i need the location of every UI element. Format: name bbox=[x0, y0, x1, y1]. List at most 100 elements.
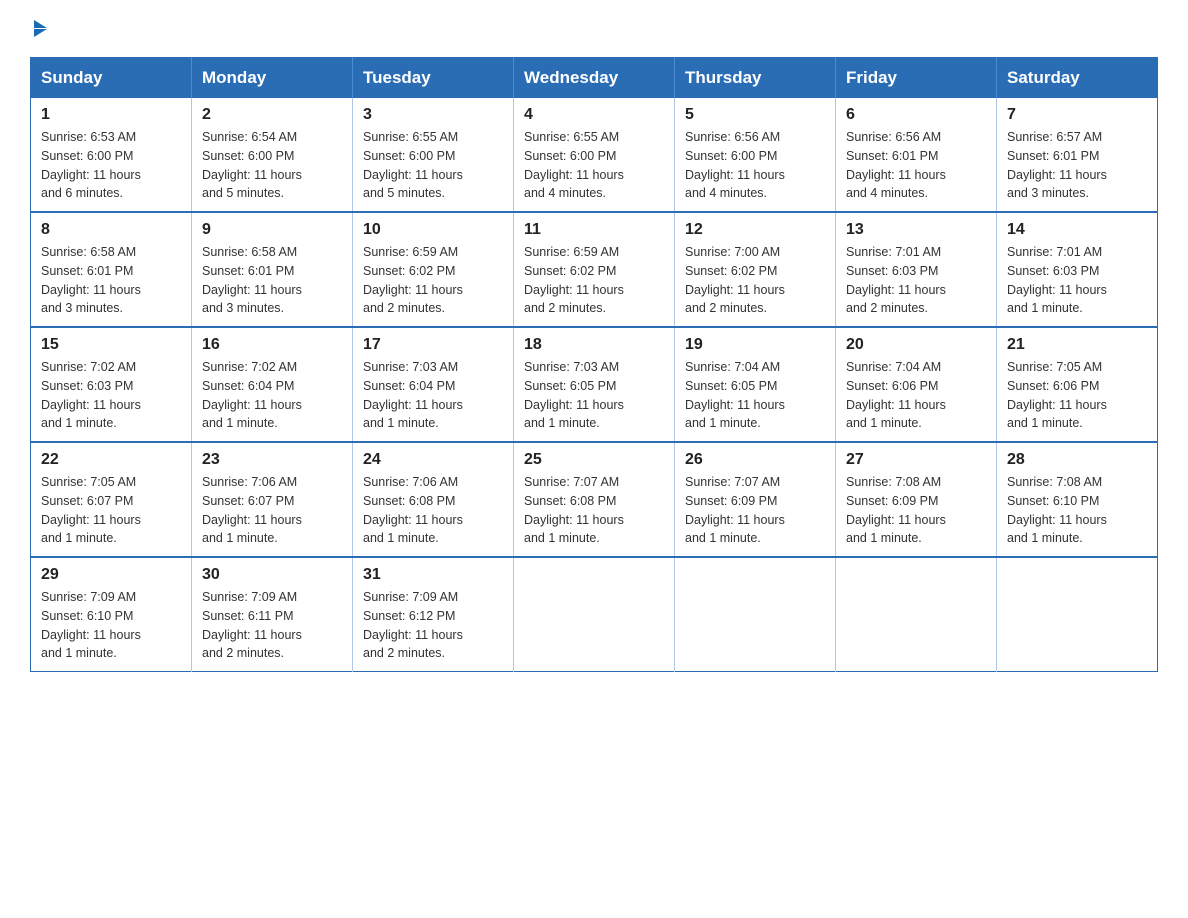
calendar-week-row: 22 Sunrise: 7:05 AMSunset: 6:07 PMDaylig… bbox=[31, 442, 1158, 557]
day-number: 27 bbox=[846, 451, 986, 469]
calendar-cell: 16 Sunrise: 7:02 AMSunset: 6:04 PMDaylig… bbox=[192, 327, 353, 442]
day-info: Sunrise: 7:05 AMSunset: 6:06 PMDaylight:… bbox=[1007, 358, 1147, 433]
day-info: Sunrise: 7:06 AMSunset: 6:08 PMDaylight:… bbox=[363, 473, 503, 548]
day-number: 10 bbox=[363, 221, 503, 239]
day-number: 1 bbox=[41, 106, 181, 124]
calendar-header: SundayMondayTuesdayWednesdayThursdayFrid… bbox=[31, 58, 1158, 99]
day-info: Sunrise: 7:06 AMSunset: 6:07 PMDaylight:… bbox=[202, 473, 342, 548]
calendar-cell: 25 Sunrise: 7:07 AMSunset: 6:08 PMDaylig… bbox=[514, 442, 675, 557]
day-info: Sunrise: 7:01 AMSunset: 6:03 PMDaylight:… bbox=[846, 243, 986, 318]
day-info: Sunrise: 7:03 AMSunset: 6:05 PMDaylight:… bbox=[524, 358, 664, 433]
day-number: 21 bbox=[1007, 336, 1147, 354]
day-info: Sunrise: 7:00 AMSunset: 6:02 PMDaylight:… bbox=[685, 243, 825, 318]
day-info: Sunrise: 7:02 AMSunset: 6:03 PMDaylight:… bbox=[41, 358, 181, 433]
day-number: 22 bbox=[41, 451, 181, 469]
day-info: Sunrise: 7:09 AMSunset: 6:11 PMDaylight:… bbox=[202, 588, 342, 663]
calendar-cell: 13 Sunrise: 7:01 AMSunset: 6:03 PMDaylig… bbox=[836, 212, 997, 327]
day-info: Sunrise: 6:56 AMSunset: 6:01 PMDaylight:… bbox=[846, 128, 986, 203]
calendar-week-row: 8 Sunrise: 6:58 AMSunset: 6:01 PMDayligh… bbox=[31, 212, 1158, 327]
calendar-cell: 31 Sunrise: 7:09 AMSunset: 6:12 PMDaylig… bbox=[353, 557, 514, 672]
day-info: Sunrise: 7:07 AMSunset: 6:08 PMDaylight:… bbox=[524, 473, 664, 548]
calendar-cell: 24 Sunrise: 7:06 AMSunset: 6:08 PMDaylig… bbox=[353, 442, 514, 557]
day-number: 2 bbox=[202, 106, 342, 124]
weekday-header-wednesday: Wednesday bbox=[514, 58, 675, 99]
calendar-cell: 14 Sunrise: 7:01 AMSunset: 6:03 PMDaylig… bbox=[997, 212, 1158, 327]
day-number: 16 bbox=[202, 336, 342, 354]
weekday-header-row: SundayMondayTuesdayWednesdayThursdayFrid… bbox=[31, 58, 1158, 99]
calendar-cell: 15 Sunrise: 7:02 AMSunset: 6:03 PMDaylig… bbox=[31, 327, 192, 442]
calendar-week-row: 1 Sunrise: 6:53 AMSunset: 6:00 PMDayligh… bbox=[31, 98, 1158, 212]
logo-icon bbox=[30, 20, 47, 37]
day-number: 14 bbox=[1007, 221, 1147, 239]
calendar-cell: 12 Sunrise: 7:00 AMSunset: 6:02 PMDaylig… bbox=[675, 212, 836, 327]
day-info: Sunrise: 6:55 AMSunset: 6:00 PMDaylight:… bbox=[363, 128, 503, 203]
day-number: 18 bbox=[524, 336, 664, 354]
logo bbox=[30, 20, 47, 37]
calendar-cell: 28 Sunrise: 7:08 AMSunset: 6:10 PMDaylig… bbox=[997, 442, 1158, 557]
calendar-week-row: 29 Sunrise: 7:09 AMSunset: 6:10 PMDaylig… bbox=[31, 557, 1158, 672]
day-number: 31 bbox=[363, 566, 503, 584]
weekday-header-saturday: Saturday bbox=[997, 58, 1158, 99]
day-info: Sunrise: 7:08 AMSunset: 6:10 PMDaylight:… bbox=[1007, 473, 1147, 548]
day-number: 17 bbox=[363, 336, 503, 354]
weekday-header-thursday: Thursday bbox=[675, 58, 836, 99]
day-number: 19 bbox=[685, 336, 825, 354]
day-info: Sunrise: 7:04 AMSunset: 6:06 PMDaylight:… bbox=[846, 358, 986, 433]
day-info: Sunrise: 6:55 AMSunset: 6:00 PMDaylight:… bbox=[524, 128, 664, 203]
calendar-cell bbox=[514, 557, 675, 672]
calendar-cell: 7 Sunrise: 6:57 AMSunset: 6:01 PMDayligh… bbox=[997, 98, 1158, 212]
weekday-header-friday: Friday bbox=[836, 58, 997, 99]
calendar-cell bbox=[997, 557, 1158, 672]
calendar-cell bbox=[675, 557, 836, 672]
day-number: 12 bbox=[685, 221, 825, 239]
day-info: Sunrise: 6:59 AMSunset: 6:02 PMDaylight:… bbox=[524, 243, 664, 318]
calendar-week-row: 15 Sunrise: 7:02 AMSunset: 6:03 PMDaylig… bbox=[31, 327, 1158, 442]
day-info: Sunrise: 6:58 AMSunset: 6:01 PMDaylight:… bbox=[41, 243, 181, 318]
day-number: 13 bbox=[846, 221, 986, 239]
day-info: Sunrise: 6:57 AMSunset: 6:01 PMDaylight:… bbox=[1007, 128, 1147, 203]
day-number: 5 bbox=[685, 106, 825, 124]
calendar-cell: 27 Sunrise: 7:08 AMSunset: 6:09 PMDaylig… bbox=[836, 442, 997, 557]
day-info: Sunrise: 6:56 AMSunset: 6:00 PMDaylight:… bbox=[685, 128, 825, 203]
day-number: 11 bbox=[524, 221, 664, 239]
calendar-cell: 20 Sunrise: 7:04 AMSunset: 6:06 PMDaylig… bbox=[836, 327, 997, 442]
day-info: Sunrise: 7:09 AMSunset: 6:12 PMDaylight:… bbox=[363, 588, 503, 663]
calendar-cell: 30 Sunrise: 7:09 AMSunset: 6:11 PMDaylig… bbox=[192, 557, 353, 672]
calendar-cell: 11 Sunrise: 6:59 AMSunset: 6:02 PMDaylig… bbox=[514, 212, 675, 327]
day-number: 3 bbox=[363, 106, 503, 124]
day-number: 20 bbox=[846, 336, 986, 354]
day-number: 9 bbox=[202, 221, 342, 239]
weekday-header-monday: Monday bbox=[192, 58, 353, 99]
weekday-header-tuesday: Tuesday bbox=[353, 58, 514, 99]
calendar-cell: 3 Sunrise: 6:55 AMSunset: 6:00 PMDayligh… bbox=[353, 98, 514, 212]
calendar-cell: 5 Sunrise: 6:56 AMSunset: 6:00 PMDayligh… bbox=[675, 98, 836, 212]
calendar-body: 1 Sunrise: 6:53 AMSunset: 6:00 PMDayligh… bbox=[31, 98, 1158, 672]
calendar-table: SundayMondayTuesdayWednesdayThursdayFrid… bbox=[30, 57, 1158, 672]
calendar-cell: 8 Sunrise: 6:58 AMSunset: 6:01 PMDayligh… bbox=[31, 212, 192, 327]
day-info: Sunrise: 7:08 AMSunset: 6:09 PMDaylight:… bbox=[846, 473, 986, 548]
day-number: 29 bbox=[41, 566, 181, 584]
day-number: 7 bbox=[1007, 106, 1147, 124]
day-info: Sunrise: 6:58 AMSunset: 6:01 PMDaylight:… bbox=[202, 243, 342, 318]
day-info: Sunrise: 7:07 AMSunset: 6:09 PMDaylight:… bbox=[685, 473, 825, 548]
day-number: 4 bbox=[524, 106, 664, 124]
calendar-cell: 1 Sunrise: 6:53 AMSunset: 6:00 PMDayligh… bbox=[31, 98, 192, 212]
calendar-cell: 26 Sunrise: 7:07 AMSunset: 6:09 PMDaylig… bbox=[675, 442, 836, 557]
day-number: 8 bbox=[41, 221, 181, 239]
day-number: 24 bbox=[363, 451, 503, 469]
day-info: Sunrise: 7:05 AMSunset: 6:07 PMDaylight:… bbox=[41, 473, 181, 548]
page-header bbox=[30, 20, 1158, 37]
calendar-cell: 19 Sunrise: 7:04 AMSunset: 6:05 PMDaylig… bbox=[675, 327, 836, 442]
day-info: Sunrise: 7:02 AMSunset: 6:04 PMDaylight:… bbox=[202, 358, 342, 433]
day-info: Sunrise: 6:54 AMSunset: 6:00 PMDaylight:… bbox=[202, 128, 342, 203]
calendar-cell: 21 Sunrise: 7:05 AMSunset: 6:06 PMDaylig… bbox=[997, 327, 1158, 442]
calendar-cell: 22 Sunrise: 7:05 AMSunset: 6:07 PMDaylig… bbox=[31, 442, 192, 557]
day-info: Sunrise: 6:53 AMSunset: 6:00 PMDaylight:… bbox=[41, 128, 181, 203]
calendar-cell: 4 Sunrise: 6:55 AMSunset: 6:00 PMDayligh… bbox=[514, 98, 675, 212]
day-info: Sunrise: 7:03 AMSunset: 6:04 PMDaylight:… bbox=[363, 358, 503, 433]
weekday-header-sunday: Sunday bbox=[31, 58, 192, 99]
day-info: Sunrise: 6:59 AMSunset: 6:02 PMDaylight:… bbox=[363, 243, 503, 318]
calendar-cell: 18 Sunrise: 7:03 AMSunset: 6:05 PMDaylig… bbox=[514, 327, 675, 442]
day-info: Sunrise: 7:04 AMSunset: 6:05 PMDaylight:… bbox=[685, 358, 825, 433]
calendar-cell: 6 Sunrise: 6:56 AMSunset: 6:01 PMDayligh… bbox=[836, 98, 997, 212]
